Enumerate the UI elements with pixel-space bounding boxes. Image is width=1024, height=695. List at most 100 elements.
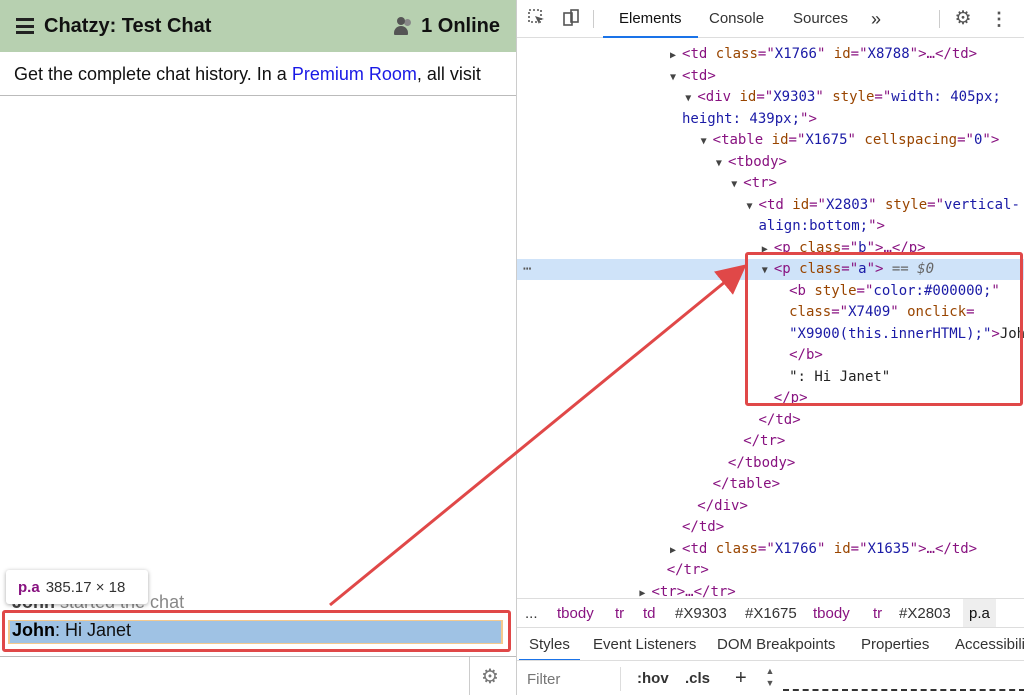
dom-token-tag: <div: [697, 89, 740, 105]
dom-token-attr: style: [885, 196, 928, 213]
dom-token-attr: class: [715, 46, 758, 62]
dom-node[interactable]: ▼ <td>: [517, 66, 1024, 87]
dom-node[interactable]: </div>: [517, 496, 1024, 517]
dom-node[interactable]: ▶ <td class="X1766" id="X1635">…</td>: [517, 539, 1024, 560]
subtab-properties[interactable]: Properties: [861, 629, 929, 660]
kebab-menu-icon[interactable]: ⋮: [989, 9, 1009, 29]
collapsed-triangle-icon[interactable]: ▶: [639, 588, 651, 599]
expanded-triangle-icon[interactable]: ▼: [731, 179, 743, 190]
dom-token-val: height: 439px;: [682, 110, 801, 127]
dom-token-tag: <tr>…</tr>: [651, 583, 736, 599]
scroll-arrows-icon[interactable]: ▲ ▼: [763, 665, 777, 693]
breadcrumb-item[interactable]: #X9303: [675, 599, 727, 627]
breadcrumb-item[interactable]: tbody: [557, 599, 594, 627]
cls-toggle[interactable]: .cls: [685, 670, 710, 687]
breadcrumb-item[interactable]: tr: [873, 599, 882, 627]
expanded-triangle-icon[interactable]: ▼: [701, 136, 713, 147]
dom-token-tag: =": [788, 132, 806, 148]
dom-token-tag: =": [874, 89, 892, 105]
expanded-triangle-icon[interactable]: ▼: [747, 201, 759, 212]
banner-text-pre: Get the complete chat history. In a: [14, 64, 292, 84]
dom-node[interactable]: </tbody>: [517, 453, 1024, 474]
dom-node[interactable]: </table>: [517, 474, 1024, 495]
dom-token-tag: ">: [982, 132, 1000, 148]
dom-token-tag: ": [815, 89, 833, 105]
screenshot-root: Chatzy: Test Chat 1 Online Get the compl…: [0, 0, 1024, 695]
subtab-styles[interactable]: Styles: [519, 629, 580, 660]
premium-room-link[interactable]: Premium Room: [292, 64, 417, 84]
dom-node[interactable]: align:bottom;">: [517, 216, 1024, 237]
dom-node[interactable]: ▼ <tr>: [517, 173, 1024, 194]
subtab-accessibility[interactable]: Accessibility: [955, 629, 1024, 660]
device-toolbar-icon[interactable]: [561, 9, 581, 29]
dom-node[interactable]: ▶ <td class="X1766" id="X8788">…</td>: [517, 44, 1024, 65]
dom-token-val: X9303: [773, 89, 816, 105]
breadcrumb: ... tbody tr td #X9303 #X1675 tbody tr #X2803 p.a: [517, 598, 1024, 628]
premium-banner: Get the complete chat history. In a Prem…: [0, 52, 516, 96]
breadcrumb-item[interactable]: tr: [615, 599, 624, 627]
filter-input[interactable]: [525, 667, 621, 691]
subtab-event-listeners[interactable]: Event Listeners: [593, 629, 696, 660]
expanded-triangle-icon[interactable]: ▼: [685, 93, 697, 104]
inspect-element-icon[interactable]: [527, 9, 547, 29]
dom-token-attr: class: [715, 540, 758, 557]
dom-token-tag: ">: [800, 110, 817, 127]
dom-token-tag: ">: [868, 218, 885, 234]
subtab-dom-breakpoints[interactable]: DOM Breakpoints: [717, 629, 835, 660]
tab-console[interactable]: Console: [709, 0, 764, 38]
breadcrumb-item[interactable]: #X1675: [745, 599, 797, 627]
tab-sources[interactable]: Sources: [793, 0, 848, 38]
banner-text-post: , all visit: [416, 64, 481, 84]
dom-token-attr: id: [833, 540, 851, 557]
dom-node[interactable]: ▼ <div id="X9303" style="width: 405px;: [517, 87, 1024, 108]
breadcrumb-item[interactable]: ...: [525, 599, 538, 627]
breadcrumb-item[interactable]: tbody: [813, 599, 850, 627]
more-tabs-icon[interactable]: »: [871, 0, 881, 38]
gear-icon[interactable]: ⚙: [480, 667, 500, 687]
dom-node[interactable]: ▶ <tr>…</tr>: [517, 582, 1024, 599]
dom-node[interactable]: ▼ <table id="X1675" cellspacing="0">: [517, 130, 1024, 151]
dom-token-tag: </tbody>: [727, 454, 796, 471]
online-indicator[interactable]: 1 Online: [393, 0, 500, 52]
expanded-triangle-icon[interactable]: ▼: [716, 158, 728, 169]
breadcrumb-item[interactable]: #X2803: [899, 599, 951, 627]
hov-toggle[interactable]: :hov: [637, 670, 669, 687]
dom-token-tag: =": [757, 540, 775, 557]
dashed-divider: [783, 689, 1024, 691]
dom-node[interactable]: </td>: [517, 517, 1024, 538]
expanded-triangle-icon[interactable]: ▼: [670, 72, 682, 83]
dom-token-tag: ": [847, 132, 865, 148]
dom-token-tag: ">…</td>: [909, 540, 978, 557]
dom-token-val: X1766: [774, 46, 817, 62]
dom-node[interactable]: height: 439px;">: [517, 109, 1024, 130]
input-divider: [469, 657, 470, 695]
dom-node[interactable]: </tr>: [517, 560, 1024, 581]
dom-node[interactable]: </td>: [517, 410, 1024, 431]
dom-token-val: X1635: [867, 540, 910, 557]
styles-filter-bar: :hov .cls + ▲▼: [517, 661, 1024, 695]
dom-token-tag: =": [756, 89, 774, 105]
more-icon[interactable]: ⋯: [523, 259, 531, 280]
menu-icon[interactable]: [16, 18, 34, 34]
breadcrumb-item[interactable]: td: [643, 599, 656, 627]
dom-token-tag: ">…</td>: [909, 46, 978, 62]
gear-icon[interactable]: ⚙: [953, 9, 973, 29]
inspect-tooltip: p.a 385.17 × 18: [6, 570, 148, 604]
dom-token-tag: =": [809, 196, 826, 213]
devtools-toolbar: Elements Console Sources » ⚙ ⋮: [517, 0, 1024, 38]
chat-input-bar[interactable]: ⚙: [0, 656, 516, 695]
dom-token-val: X1766: [774, 540, 817, 557]
tab-elements[interactable]: Elements: [603, 0, 697, 38]
collapsed-triangle-icon[interactable]: ▶: [670, 50, 682, 61]
chat-header: Chatzy: Test Chat 1 Online: [0, 0, 516, 52]
plus-icon[interactable]: +: [735, 667, 747, 690]
dom-token-tag: =": [850, 46, 868, 62]
dom-node[interactable]: </tr>: [517, 431, 1024, 452]
dom-token-tag: <td: [682, 46, 716, 62]
dom-token-tag: <td>: [682, 67, 716, 84]
dom-token-tag: ": [868, 196, 885, 213]
dom-node[interactable]: ▼ <td id="X2803" style="vertical-: [517, 195, 1024, 216]
dom-node[interactable]: ▼ <tbody>: [517, 152, 1024, 173]
breadcrumb-item[interactable]: p.a: [963, 599, 996, 627]
collapsed-triangle-icon[interactable]: ▶: [670, 545, 682, 556]
